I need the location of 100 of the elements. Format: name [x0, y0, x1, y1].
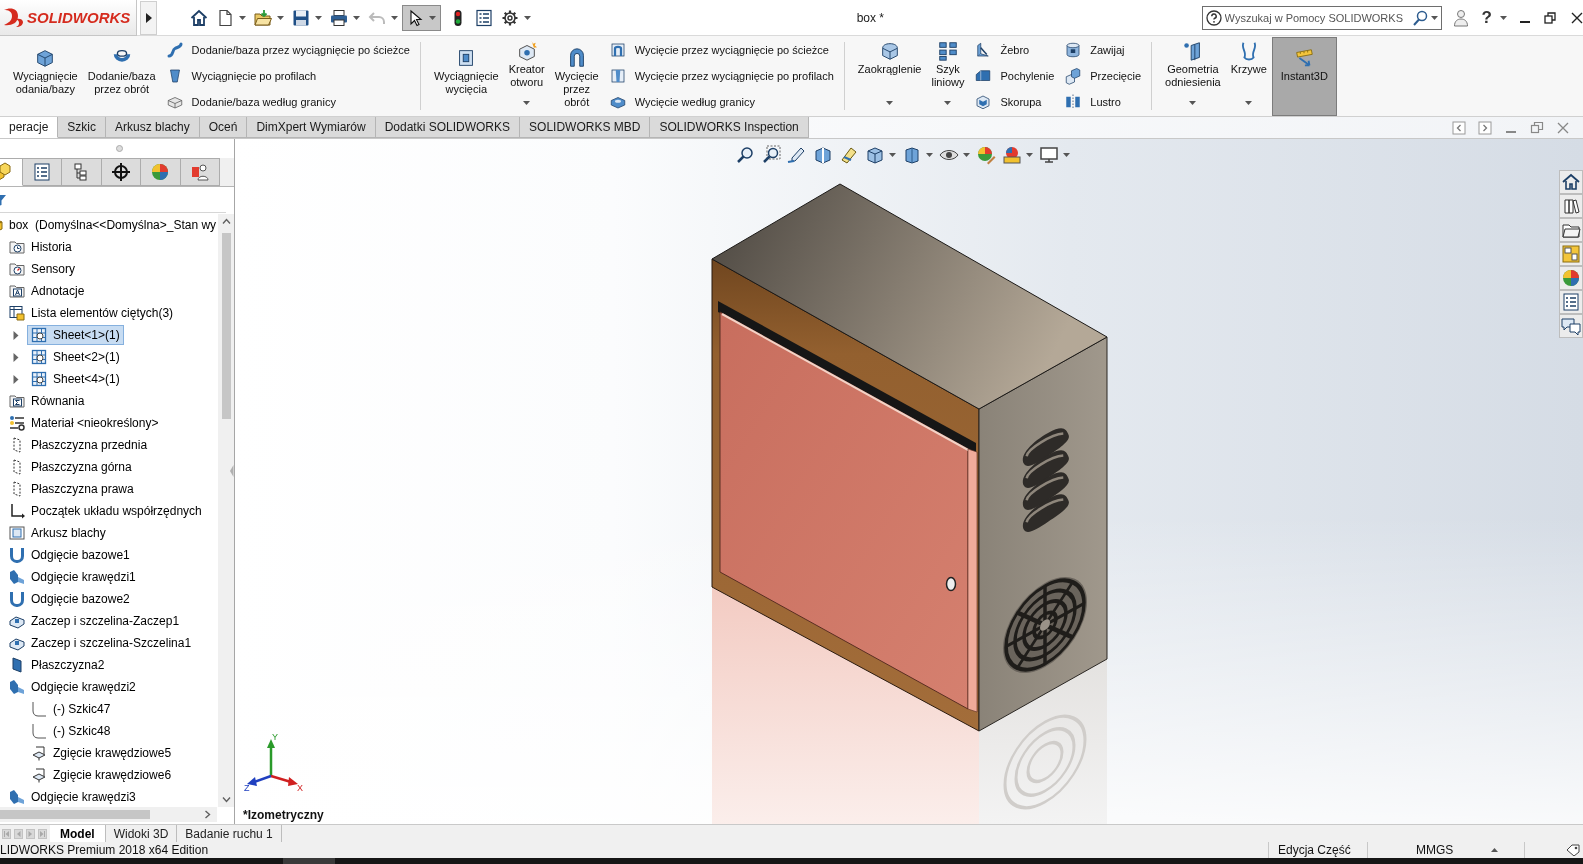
grip-dot-icon[interactable]	[115, 145, 123, 152]
tiles-icon[interactable]	[1559, 242, 1583, 266]
ribbon-button[interactable]: Wycięcie przez wyciągnięcie po ścieżce	[603, 37, 839, 63]
tree-item[interactable]: Zaczep i szczelina-Szczelina1	[5, 633, 196, 653]
tree-item[interactable]: Płaszczyzna górna	[5, 457, 136, 477]
search-box[interactable]: Wyszukaj w Pomocy SOLIDWORKS	[1201, 5, 1442, 30]
expand-arrow-icon[interactable]	[13, 352, 19, 362]
tag-icon[interactable]	[1566, 844, 1580, 856]
ribbon-button[interactable]: Dodanie/baza przez obrót	[82, 37, 161, 116]
ribbon-button[interactable]: Zaokrąglenie	[852, 37, 927, 116]
chevron-right-icon[interactable]	[205, 810, 211, 819]
caret-icon[interactable]	[886, 101, 894, 105]
pen-icon[interactable]	[786, 145, 807, 165]
ribbon-button[interactable]: Skorupa	[969, 89, 1060, 115]
save-icon[interactable]	[292, 8, 310, 27]
tree-item[interactable]: Zgięcie krawędziowe6	[27, 765, 176, 785]
list-icon[interactable]	[1559, 290, 1583, 314]
vertical-scrollbar[interactable]	[218, 214, 234, 807]
tree-item[interactable]: Płaszczyzna2	[5, 655, 109, 675]
command-tab[interactable]: SOLIDWORKS MBD	[520, 117, 651, 138]
ribbon-button[interactable]: Wycięcie przez obrót	[549, 37, 604, 116]
command-tab[interactable]: SOLIDWORKS Inspection	[650, 117, 809, 138]
folder-icon[interactable]	[254, 8, 272, 27]
ribbon-button[interactable]: Geometria odniesienia	[1160, 37, 1226, 116]
panel-left-icon[interactable]	[1452, 120, 1466, 135]
command-tab[interactable]: Arkusz blachy	[106, 117, 200, 138]
scrollbar-thumb[interactable]	[0, 810, 150, 819]
cube-icon[interactable]	[864, 145, 885, 165]
monitor-icon[interactable]	[1038, 145, 1059, 165]
sectioned-cube-icon[interactable]	[812, 145, 833, 165]
caret-icon[interactable]	[1025, 153, 1033, 157]
ribbon-button[interactable]: Żebro	[969, 37, 1060, 63]
list-icon[interactable]	[475, 8, 493, 27]
books-icon[interactable]	[1559, 194, 1583, 218]
tree-item[interactable]: Historia	[5, 237, 76, 257]
tree-item[interactable]: Lista elementów ciętych(3)	[5, 303, 178, 323]
caret-icon[interactable]	[524, 15, 531, 20]
command-tab[interactable]: Oceń	[199, 117, 248, 138]
tree-item[interactable]: Sheet<4>(1)	[27, 369, 124, 389]
ribbon-button[interactable]: Szyk liniowy	[926, 37, 970, 116]
tree-item[interactable]: Odgięcie bazowe1	[5, 545, 134, 565]
bottom-tab[interactable]: Model	[50, 825, 106, 842]
ribbon-button[interactable]: Pochylenie	[969, 63, 1060, 89]
tree-item[interactable]: box (Domyślna<<Domyślna>_Stan wy	[0, 215, 218, 235]
caret-icon[interactable]	[1430, 15, 1438, 20]
caret-icon[interactable]	[888, 153, 896, 157]
chevron-down-icon[interactable]	[221, 797, 231, 803]
close-icon[interactable]	[1571, 11, 1583, 24]
tree-item[interactable]: (-) Szkic48	[27, 721, 115, 741]
panel-tab[interactable]	[101, 158, 141, 186]
caret-icon[interactable]	[353, 15, 360, 20]
ribbon-button[interactable]: Instant3D	[1271, 37, 1337, 116]
tree-item[interactable]: (-) Szkic47	[27, 699, 115, 719]
tree-item[interactable]: Płaszczyzna prawa	[5, 479, 138, 499]
ribbon-button[interactable]: Dodanie/baza według granicy	[160, 89, 415, 115]
tree-item[interactable]: Sensory	[5, 259, 80, 279]
tree-item[interactable]: Materiał <nieokreślony>	[5, 413, 163, 433]
caret-icon[interactable]	[925, 153, 933, 157]
caret-icon[interactable]	[962, 153, 970, 157]
tree-item[interactable]: Adnotacje	[5, 281, 89, 301]
toolbar-button[interactable]	[402, 4, 441, 31]
sphere-box-icon[interactable]	[1001, 145, 1022, 165]
tree-item[interactable]: Równania	[5, 391, 89, 411]
ribbon-button[interactable]: Krzywe	[1225, 37, 1272, 116]
ribbon-button[interactable]: Wycięcie przez wyciągnięcie po profilach	[603, 63, 839, 89]
help-icon[interactable]	[1205, 9, 1222, 26]
tree-item[interactable]: Odgięcie krawędzi2	[5, 677, 140, 697]
expand-arrow-icon[interactable]	[13, 330, 19, 340]
chevron-up-icon[interactable]	[221, 218, 231, 224]
home-icon[interactable]	[1559, 170, 1583, 194]
home-icon[interactable]	[190, 8, 208, 27]
panel-right-icon[interactable]	[1478, 120, 1492, 135]
tree-item[interactable]: Zaczep i szczelina-Zaczep1	[5, 611, 184, 631]
command-tab[interactable]: DimXpert Wymiarów	[247, 117, 376, 138]
command-tab[interactable]: Dodatki SOLIDWORKS	[375, 117, 521, 138]
chat-icon[interactable]	[1559, 314, 1583, 338]
printer-icon[interactable]	[330, 8, 348, 27]
ribbon-button[interactable]: Wycięcie według granicy	[603, 89, 839, 115]
ribbon-button[interactable]: Lustro	[1059, 89, 1147, 115]
search-field[interactable]: Wyszukaj w Pomocy SOLIDWORKS	[1224, 8, 1409, 27]
caret-icon[interactable]	[277, 15, 284, 20]
tree-item[interactable]: Sheet<1>(1)	[27, 325, 124, 345]
tree-item[interactable]: Zgięcie krawędziowe5	[27, 743, 176, 763]
settings-icon[interactable]	[501, 8, 519, 27]
ribbon-button[interactable]: Wyciągnięcie po profilach	[160, 63, 415, 89]
ribbon-button[interactable]: Wyciągnięcie odania/bazy	[8, 37, 83, 116]
caret-icon[interactable]	[1500, 15, 1507, 20]
tree-item[interactable]: Arkusz blachy	[5, 523, 110, 543]
caret-icon[interactable]	[239, 15, 246, 20]
user-icon[interactable]	[1452, 8, 1469, 27]
search-icon[interactable]	[1411, 9, 1428, 26]
expand-arrow-icon[interactable]	[13, 374, 19, 384]
caret-icon[interactable]	[1062, 153, 1070, 157]
caret-icon[interactable]	[523, 101, 531, 105]
caret-up-icon[interactable]	[1491, 848, 1498, 852]
tree-item[interactable]: Sheet<2>(1)	[27, 347, 124, 367]
caret-icon[interactable]	[315, 15, 322, 20]
ribbon-button[interactable]: Zawijaj	[1059, 37, 1147, 63]
color-ball-icon[interactable]	[975, 145, 996, 165]
tree-item[interactable]: Płaszczyzna przednia	[5, 435, 152, 455]
